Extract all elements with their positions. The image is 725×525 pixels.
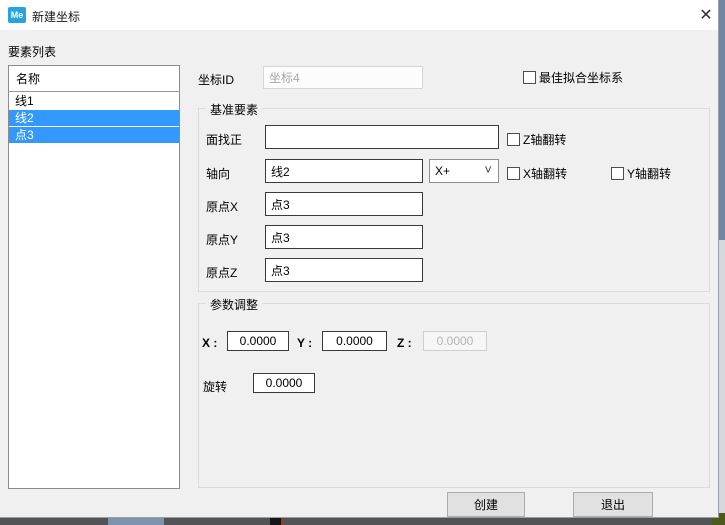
rotate-field[interactable] [253,373,315,393]
close-icon[interactable]: ✕ [694,4,718,28]
origin-x-field[interactable] [265,192,423,216]
plane-align-label: 面找正 [206,131,242,148]
list-item[interactable]: 点3 [9,127,179,143]
new-coordinate-dialog: Me 新建坐标 ✕ 要素列表 名称 线1 线2 点3 坐标ID 最佳拟合坐标系 … [0,0,719,518]
origin-y-label: 原点Y [206,231,238,248]
app-logo-icon: Me [8,7,26,23]
desktop-background-bottom-accent [108,518,164,525]
exit-button[interactable]: 退出 [573,492,653,517]
origin-x-label: 原点X [206,198,238,215]
coord-id-field [263,66,423,89]
base-elements-group-label: 基准要素 [206,101,262,118]
desktop-background-right [719,0,725,240]
origin-z-field[interactable] [265,258,423,282]
list-item[interactable]: 线1 [9,93,179,109]
window-title: 新建坐标 [32,8,80,25]
axis-field[interactable] [265,159,423,183]
element-list-label: 要素列表 [8,43,56,60]
param-x-label: X : [202,336,217,350]
list-column-header: 名称 [9,66,179,92]
list-item[interactable]: 线2 [9,110,179,126]
flip-z-label: Z轴翻转 [523,131,566,148]
coord-id-label: 坐标ID [198,71,234,88]
desktop-background-bottom-dark [270,518,284,525]
param-y-field[interactable] [322,331,387,351]
axis-direction-value: X+ [435,164,450,178]
best-fit-checkbox[interactable]: 最佳拟合坐标系 [523,69,623,86]
flip-x-checkbox[interactable]: X轴翻转 [507,165,567,182]
flip-x-label: X轴翻转 [523,165,567,182]
origin-y-field[interactable] [265,225,423,249]
param-z-field [423,331,487,351]
param-y-label: Y : [297,336,312,350]
param-adjust-group-label: 参数调整 [206,296,262,313]
checkbox-box-icon [507,133,520,146]
flip-y-checkbox[interactable]: Y轴翻转 [611,165,671,182]
axis-label: 轴向 [206,165,230,182]
origin-z-label: 原点Z [206,264,237,281]
param-z-label: Z : [397,336,412,350]
checkbox-box-icon [611,167,624,180]
rotate-label: 旋转 [203,378,227,395]
best-fit-label: 最佳拟合坐标系 [539,69,623,86]
param-x-field[interactable] [227,331,289,351]
axis-direction-select[interactable]: X+ ˅ [429,159,499,183]
create-button[interactable]: 创建 [447,492,525,517]
chevron-down-icon: ˅ [484,162,492,177]
checkbox-box-icon [523,71,536,84]
title-bar: Me 新建坐标 ✕ [0,0,718,30]
checkbox-box-icon [507,167,520,180]
screen: Me 新建坐标 ✕ 要素列表 名称 线1 线2 点3 坐标ID 最佳拟合坐标系 … [0,0,725,525]
element-listbox[interactable]: 名称 线1 线2 点3 [8,65,180,489]
flip-z-checkbox[interactable]: Z轴翻转 [507,131,566,148]
flip-y-label: Y轴翻转 [627,165,671,182]
plane-align-field[interactable] [265,125,499,149]
